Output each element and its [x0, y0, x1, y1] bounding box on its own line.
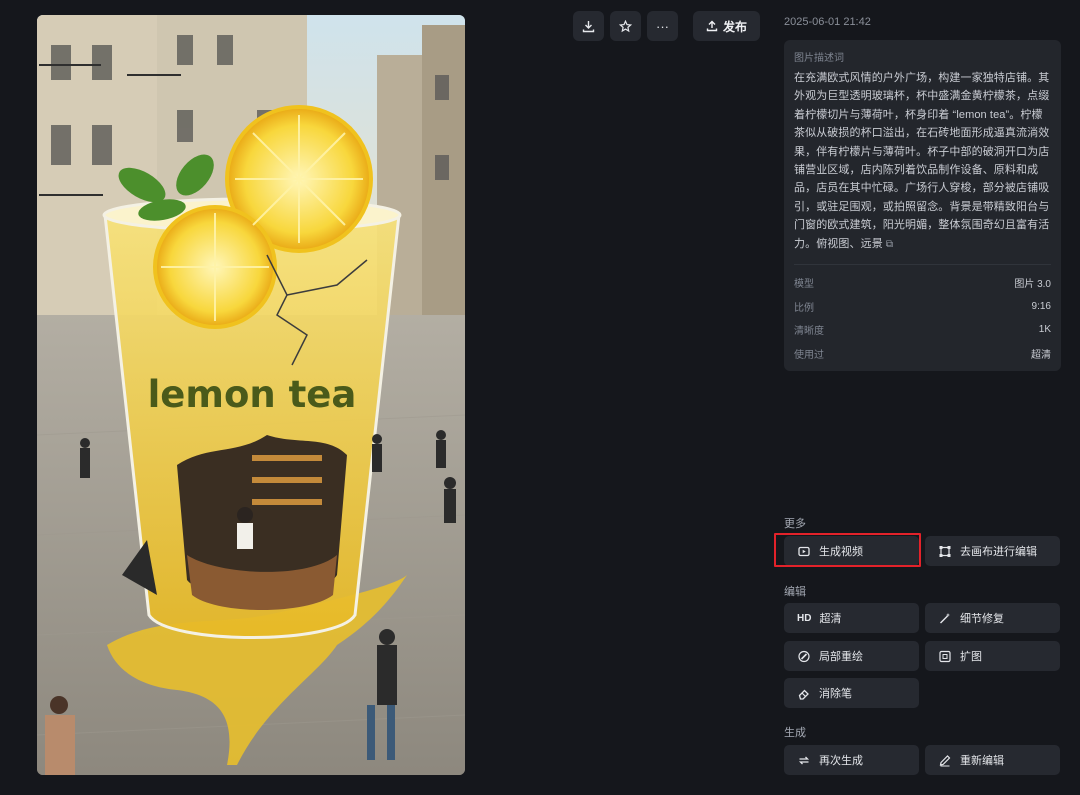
- section-title-edit: 编辑: [784, 586, 806, 598]
- pencil-icon: [939, 754, 951, 766]
- canvas-icon: [939, 545, 951, 557]
- cup-logo-text: lemon tea: [148, 373, 357, 416]
- reedit-label: 重新编辑: [960, 755, 1004, 767]
- meta-value: 1K: [1038, 324, 1051, 336]
- generate-video-button[interactable]: 生成视频: [784, 536, 919, 566]
- meta-value: 图片 3.0: [1014, 279, 1051, 291]
- magic-wand-icon: [940, 612, 950, 623]
- download-button[interactable]: [573, 11, 604, 41]
- eraser-icon: [798, 689, 809, 700]
- card-divider: [794, 264, 1051, 266]
- eraser-button[interactable]: 消除笔: [784, 678, 919, 708]
- image-detail-view: lemon tea ··· 发布 2025-06-01 21:42 图片描述词 …: [0, 0, 1080, 795]
- favorite-button[interactable]: [610, 11, 641, 41]
- meta-key: 模型: [794, 279, 814, 291]
- canvas-edit-label: 去画布进行编辑: [960, 546, 1037, 558]
- detail-fix-label: 细节修复: [960, 613, 1004, 625]
- generation-timestamp: 2025-06-01 21:42: [784, 16, 871, 28]
- download-icon: [582, 20, 595, 32]
- inpaint-button[interactable]: 局部重绘: [784, 641, 919, 671]
- image-info-card: 图片描述词 在充满欧式风情的户外广场，构建一家独特店铺。其外观为巨型透明玻璃杯，…: [784, 40, 1061, 371]
- meta-row-model: 模型 图片 3.0: [794, 271, 1051, 295]
- hd-upscale-button[interactable]: HD 超清: [784, 603, 919, 633]
- more-icon: ···: [656, 18, 669, 34]
- hd-label: 超清: [819, 613, 842, 625]
- lemon-tea-shop-illustration: lemon tea: [37, 15, 465, 775]
- expand-image-button[interactable]: 扩图: [925, 641, 1060, 671]
- expand-label: 扩图: [960, 651, 982, 663]
- generated-image[interactable]: lemon tea: [37, 15, 465, 775]
- section-title-generate: 生成: [784, 727, 806, 739]
- meta-row-ratio: 比例 9:16: [794, 295, 1051, 319]
- brush-icon: [798, 650, 810, 662]
- video-icon: [798, 546, 810, 556]
- meta-row-used: 使用过 超清: [794, 342, 1051, 366]
- eraser-label: 消除笔: [819, 688, 852, 700]
- inpaint-label: 局部重绘: [819, 651, 863, 663]
- publish-label: 发布: [722, 19, 747, 34]
- section-title-more: 更多: [784, 518, 806, 530]
- more-options-button[interactable]: ···: [647, 11, 678, 41]
- regenerate-label: 再次生成: [819, 755, 863, 767]
- meta-key: 比例: [794, 302, 814, 314]
- prompt-label: 图片描述词: [794, 53, 844, 64]
- regenerate-button[interactable]: 再次生成: [784, 745, 919, 775]
- hd-icon: HD: [797, 612, 812, 624]
- repeat-icon: [798, 756, 810, 764]
- meta-key: 清晰度: [794, 326, 824, 338]
- upload-icon: [706, 20, 718, 32]
- meta-row-resolution: 清晰度 1K: [794, 318, 1051, 342]
- canvas-edit-button[interactable]: 去画布进行编辑: [925, 536, 1060, 566]
- meta-value: 超清: [1031, 349, 1051, 361]
- star-icon: [619, 19, 632, 32]
- expand-icon: [939, 650, 951, 662]
- generate-video-label: 生成视频: [819, 546, 863, 558]
- reedit-button[interactable]: 重新编辑: [925, 745, 1060, 775]
- copy-icon[interactable]: ⧉: [886, 239, 893, 250]
- prompt-content: 在充满欧式风情的户外广场，构建一家独特店铺。其外观为巨型透明玻璃杯，杯中盛满金黄…: [794, 72, 1050, 250]
- meta-value: 9:16: [1031, 300, 1051, 312]
- meta-key: 使用过: [794, 349, 824, 361]
- prompt-text: 在充满欧式风情的户外广场，构建一家独特店铺。其外观为巨型透明玻璃杯，杯中盛满金黄…: [794, 69, 1051, 254]
- publish-button[interactable]: 发布: [693, 11, 760, 41]
- detail-fix-button[interactable]: 细节修复: [925, 603, 1060, 633]
